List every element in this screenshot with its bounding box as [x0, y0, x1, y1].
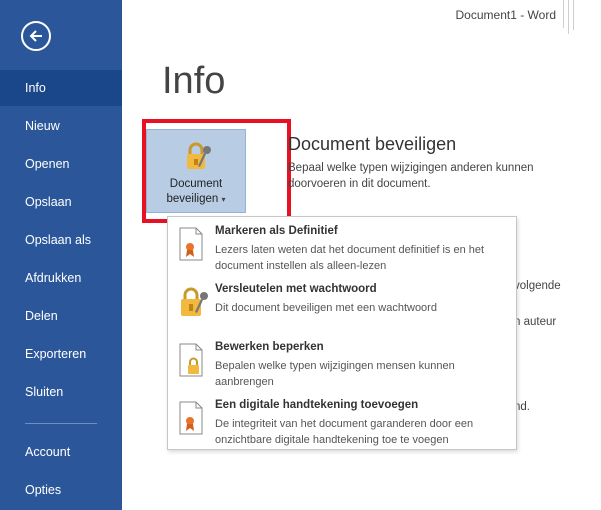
back-arrow-icon[interactable] [21, 21, 51, 51]
window-edge [573, 0, 574, 30]
sidebar-item-opties[interactable]: Opties [0, 472, 122, 508]
sidebar-item-openen[interactable]: Openen [0, 146, 122, 182]
menu-item-description: Dit document beveiligen met een wachtwoo… [215, 302, 437, 314]
menu-item-add-digital-signature[interactable]: Een digitale handtekening toevoegen De i… [168, 399, 516, 451]
obscured-text-fragment: volgende [514, 280, 561, 292]
protect-document-button[interactable]: Document beveiligen ▾ [146, 129, 246, 213]
menu-item-title: Een digitale handtekening toevoegen [215, 399, 419, 411]
window-title: Document1 - Word [455, 8, 556, 22]
menu-item-title: Markeren als Definitief [215, 225, 338, 237]
window-edge [563, 0, 564, 28]
page-title: Info [162, 60, 226, 102]
sidebar-divider [25, 423, 97, 424]
menu-item-title: Bewerken beperken [215, 341, 324, 353]
info-panel: Document1 - Word Info Document beveilige… [122, 0, 601, 510]
sidebar-item-exporteren[interactable]: Exporteren [0, 336, 122, 372]
menu-item-encrypt-with-password[interactable]: Versleutelen met wachtwoord Dit document… [168, 283, 516, 333]
document-lock-icon [178, 343, 206, 382]
sidebar-item-account[interactable]: Account [0, 434, 122, 470]
protect-document-menu: Markeren als Definitief Lezers laten wet… [167, 216, 517, 450]
menu-item-mark-as-final[interactable]: Markeren als Definitief Lezers laten wet… [168, 225, 516, 277]
protect-button-label-line1: Document [169, 178, 223, 190]
menu-item-description: Bepalen welke typen wijzigingen mensen k… [215, 360, 455, 388]
menu-item-description: De integriteit van het document garander… [215, 418, 474, 446]
section-description: Bepaal welke typen wijzigingen anderen k… [288, 162, 534, 190]
sidebar-item-info[interactable]: Info [0, 70, 122, 106]
section-title: Document beveiligen [288, 134, 457, 154]
menu-item-description: Lezers laten weten dat het document defi… [215, 244, 485, 272]
protect-button-label-line2: beveiligen [166, 193, 219, 205]
lock-key-icon [182, 140, 214, 177]
sidebar-item-opslaan[interactable]: Opslaan [0, 184, 122, 220]
document-ribbon-icon [178, 227, 206, 266]
sidebar-item-delen[interactable]: Delen [0, 298, 122, 334]
window-edge [568, 0, 569, 34]
document-ribbon-icon [178, 401, 206, 440]
dropdown-caret-icon: ▾ [221, 195, 226, 204]
backstage-sidebar: Info Nieuw Openen Opslaan Opslaan als Af… [0, 0, 122, 510]
lock-key-icon [178, 285, 210, 324]
sidebar-item-sluiten[interactable]: Sluiten [0, 374, 122, 410]
menu-item-restrict-editing[interactable]: Bewerken beperken Bepalen welke typen wi… [168, 341, 516, 393]
obscured-text-fragment: n auteur [514, 316, 557, 328]
sidebar-item-afdrukken[interactable]: Afdrukken [0, 260, 122, 296]
sidebar-item-nieuw[interactable]: Nieuw [0, 108, 122, 144]
sidebar-item-opslaan-als[interactable]: Opslaan als [0, 222, 122, 258]
menu-item-title: Versleutelen met wachtwoord [215, 283, 377, 295]
